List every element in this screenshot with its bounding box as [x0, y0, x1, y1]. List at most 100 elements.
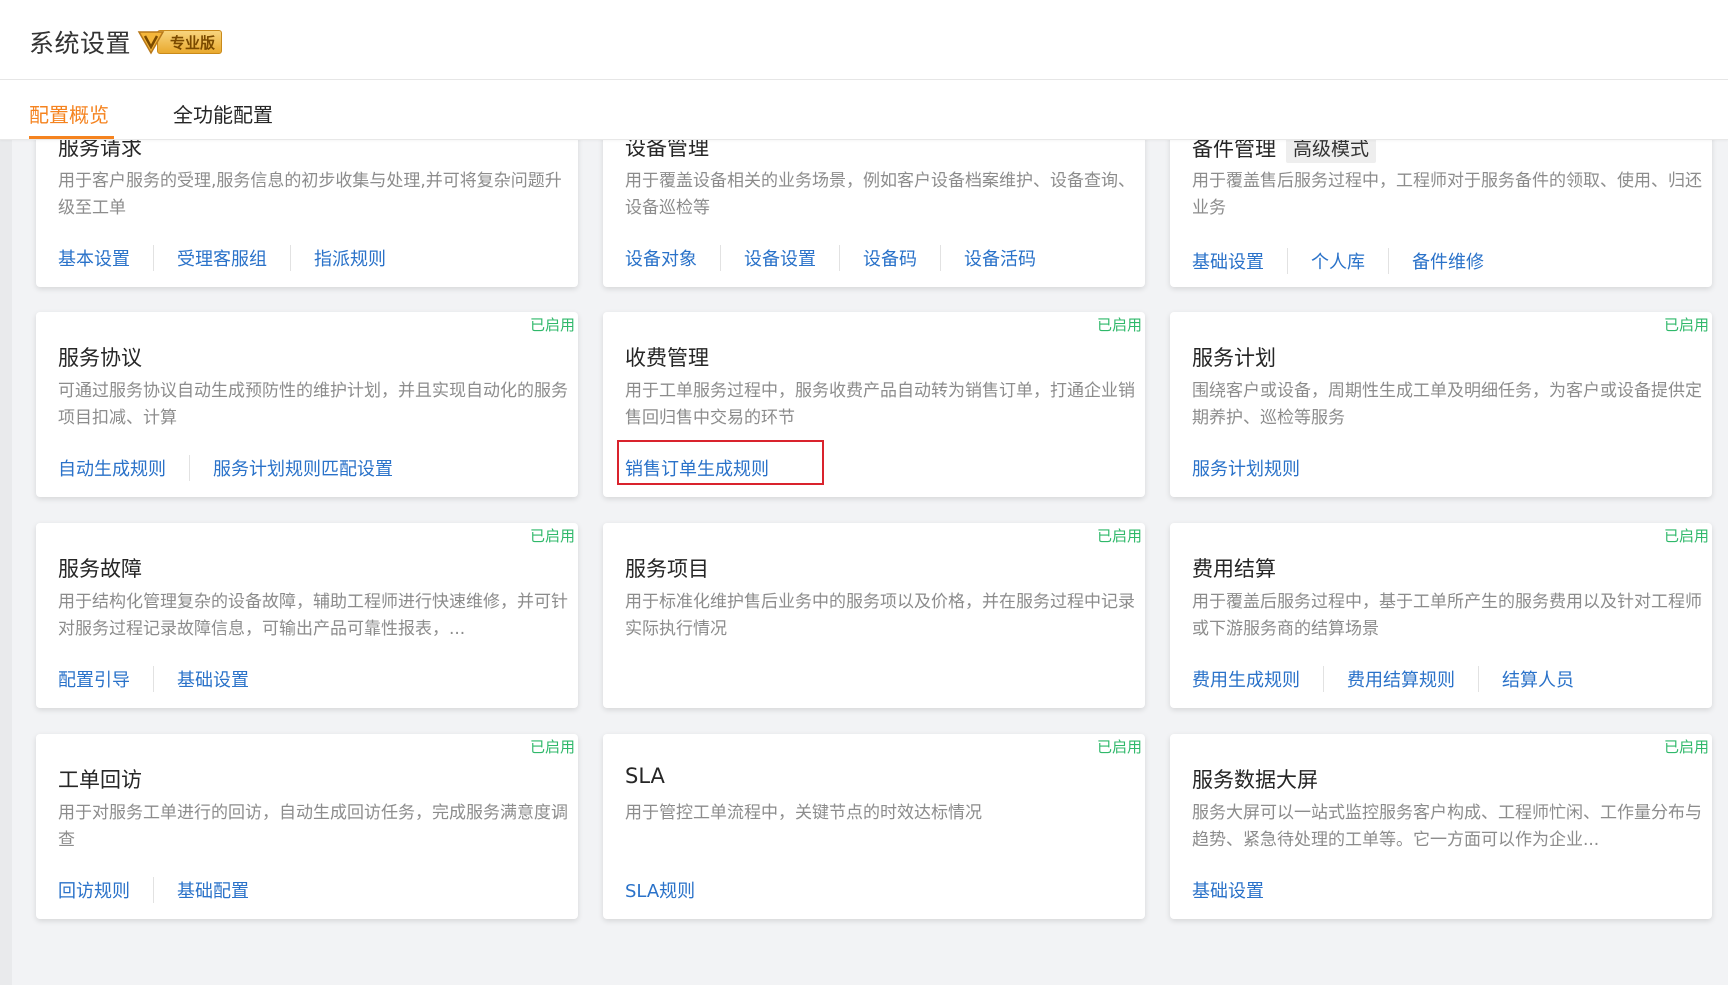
- card-link[interactable]: 费用生成规则: [1192, 666, 1300, 692]
- card-title-text: 服务故障: [58, 557, 142, 581]
- card-links: 回访规则 基础配置: [58, 877, 249, 903]
- link-divider: [1287, 248, 1288, 274]
- tab-all-config[interactable]: 全功能配置: [173, 99, 273, 128]
- card-link[interactable]: 自动生成规则: [58, 455, 166, 481]
- status-badge: 已启用: [1663, 527, 1709, 545]
- link-divider: [839, 245, 840, 271]
- card-link[interactable]: 设备对象: [625, 245, 697, 271]
- feature-card: 已启用服务计划围绕客户或设备，周期性生成工单及明细任务，为客户或设备提供定期养护…: [1170, 312, 1712, 497]
- card-link[interactable]: 基本设置: [58, 245, 130, 271]
- card-title: 费用结算: [1192, 553, 1276, 583]
- card-description: 用于覆盖后服务过程中，基于工单所产生的服务费用以及针对工程师或下游服务商的结算场…: [1192, 592, 1702, 639]
- status-badge: 已启用: [529, 527, 575, 545]
- card-link[interactable]: 设备码: [863, 245, 917, 271]
- card-link[interactable]: 费用结算规则: [1347, 666, 1455, 692]
- card-title: 服务故障: [58, 553, 142, 583]
- feature-card: 已启用费用结算用于覆盖后服务过程中，基于工单所产生的服务费用以及针对工程师或下游…: [1170, 523, 1712, 708]
- card-description: 用于工单服务过程中，服务收费产品自动转为销售订单，打通企业销售回归售中交易的环节: [625, 381, 1135, 428]
- page-title: 系统设置: [29, 29, 132, 58]
- card-title-text: 服务数据大屏: [1192, 768, 1318, 792]
- card-links: 费用生成规则 费用结算规则 结算人员: [1192, 666, 1574, 692]
- card-title: 服务协议: [58, 342, 142, 372]
- card-links: 设备对象 设备设置 设备码 设备活码: [625, 245, 1036, 271]
- status-badge: 已启用: [1096, 738, 1142, 756]
- feature-card: 已启用备件管理高级模式用于覆盖售后服务过程中，工程师对于服务备件的领取、使用、归…: [1170, 140, 1712, 287]
- tab-config-overview[interactable]: 配置概览: [29, 99, 109, 128]
- card-title-text: 服务请求: [58, 140, 142, 160]
- card-description: 用于覆盖售后服务过程中，工程师对于服务备件的领取、使用、归还业务: [1192, 171, 1702, 218]
- feature-card: 已启用设备管理用于覆盖设备相关的业务场景，例如客户设备档案维护、设备查询、设备巡…: [603, 140, 1145, 287]
- left-edge: [0, 140, 12, 985]
- card-title: 备件管理 高级模式: [1192, 140, 1377, 163]
- card-title-text: 收费管理: [625, 346, 709, 370]
- status-badge: 已启用: [1096, 316, 1142, 334]
- card-link[interactable]: 个人库: [1311, 248, 1365, 274]
- card-description: 用于客户服务的受理,服务信息的初步收集与处理,并可将复杂问题升级至工单: [58, 171, 562, 218]
- card-links: 配置引导 基础设置: [58, 666, 249, 692]
- link-divider: [153, 245, 154, 271]
- active-tab-indicator: [29, 136, 114, 139]
- card-title-text: 服务协议: [58, 346, 142, 370]
- link-divider: [1388, 248, 1389, 274]
- card-description: 用于标准化维护售后业务中的服务项以及价格，并在服务过程中记录实际执行情况: [625, 592, 1135, 639]
- card-link[interactable]: 服务计划规则匹配设置: [213, 455, 393, 481]
- card-link[interactable]: 设备设置: [744, 245, 816, 271]
- card-description: 可通过服务协议自动生成预防性的维护计划，并且实现自动化的服务项目扣减、计算: [58, 381, 568, 428]
- feature-card: 已启用服务项目用于标准化维护售后业务中的服务项以及价格，并在服务过程中记录实际执…: [603, 523, 1145, 708]
- card-title: 服务数据大屏: [1192, 764, 1318, 794]
- feature-card: 已启用服务请求用于客户服务的受理,服务信息的初步收集与处理,并可将复杂问题升级至…: [36, 140, 578, 287]
- highlight-box: [617, 440, 824, 485]
- card-links: SLA规则: [625, 877, 695, 903]
- card-link[interactable]: 结算人员: [1502, 666, 1574, 692]
- card-link[interactable]: 指派规则: [314, 245, 386, 271]
- card-description: 服务大屏可以一站式监控服务客户构成、工程师忙闲、工作量分布与趋势、紧急待处理的工…: [1192, 803, 1702, 850]
- edition-label: 专业版: [157, 29, 223, 54]
- feature-card: 已启用 工单回访 用于对服务工单进行的回访，自动生成回访任务，完成服务满意度调查 回访…: [36, 734, 578, 919]
- card-link[interactable]: 配置引导: [58, 666, 130, 692]
- link-divider: [290, 245, 291, 271]
- status-badge: 已启用: [1663, 738, 1709, 756]
- link-divider: [720, 245, 721, 271]
- tab-bar: 配置概览 全功能配置: [0, 80, 1728, 140]
- card-title: 服务请求: [58, 140, 142, 162]
- status-badge: 已启用: [529, 316, 575, 334]
- card-link[interactable]: 基础配置: [177, 877, 249, 903]
- card-title: 设备管理: [625, 140, 709, 162]
- card-title: 工单回访: [58, 764, 142, 794]
- card-link[interactable]: 设备活码: [964, 245, 1036, 271]
- feature-card: 已启用服务故障用于结构化管理复杂的设备故障，辅助工程师进行快速维修，并可针对服务…: [36, 523, 578, 708]
- card-link[interactable]: SLA规则: [625, 877, 695, 903]
- link-divider: [1323, 666, 1324, 692]
- card-links: 服务计划规则: [1192, 455, 1300, 481]
- card-links: 基础设置 个人库 备件维修: [1192, 248, 1484, 274]
- main-content: 已启用 服务请求用于客户服务的受理,服务信息的初步收集与处理,并可将复杂问题升级至…: [0, 140, 1728, 985]
- card-description: 用于结构化管理复杂的设备故障，辅助工程师进行快速维修，并可针对服务过程记录故障信…: [58, 592, 568, 639]
- feature-card: 已启用服务数据大屏服务大屏可以一站式监控服务客户构成、工程师忙闲、工作量分布与趋…: [1170, 734, 1712, 919]
- mode-tag: 高级模式: [1286, 140, 1377, 163]
- v-badge-icon: [137, 31, 165, 55]
- card-description: 用于管控工单流程中，关键节点的时效达标情况: [625, 803, 982, 823]
- card-title-text: 服务计划: [1192, 346, 1276, 370]
- link-divider: [940, 245, 941, 271]
- card-title: SLA: [625, 764, 665, 788]
- edition-badge: 专业版: [137, 28, 223, 55]
- card-title: 收费管理: [625, 342, 709, 372]
- card-link[interactable]: 基础设置: [177, 666, 249, 692]
- feature-card: 已启用收费管理用于工单服务过程中，服务收费产品自动转为销售订单，打通企业销售回归…: [603, 312, 1145, 497]
- card-link[interactable]: 基础设置: [1192, 248, 1264, 274]
- card-title-text: 备件管理: [1192, 140, 1276, 161]
- card-link[interactable]: 基础设置: [1192, 877, 1264, 903]
- card-link[interactable]: 服务计划规则: [1192, 455, 1300, 481]
- card-title-text: 服务项目: [625, 557, 709, 581]
- link-divider: [153, 666, 154, 692]
- card-link[interactable]: 备件维修: [1412, 248, 1484, 274]
- status-badge: 已启用: [1663, 316, 1709, 334]
- card-link[interactable]: 回访规则: [58, 877, 130, 903]
- card-description: 用于对服务工单进行的回访，自动生成回访任务，完成服务满意度调查: [58, 803, 568, 850]
- top-header: 系统设置 专业版: [0, 0, 1728, 80]
- card-title-text: SLA: [625, 764, 665, 788]
- link-divider: [189, 455, 190, 481]
- status-badge: 已启用: [1096, 527, 1142, 545]
- card-link[interactable]: 受理客服组: [177, 245, 267, 271]
- card-description: 围绕客户或设备，周期性生成工单及明细任务，为客户或设备提供定期养护、巡检等服务: [1192, 381, 1702, 428]
